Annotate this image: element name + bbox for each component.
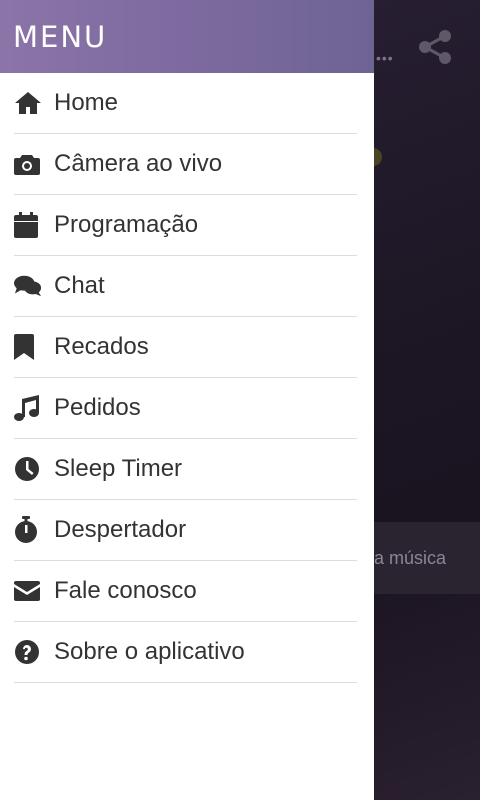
music-icon <box>14 394 42 422</box>
menu-item-about[interactable]: Sobre o aplicativo <box>14 622 357 683</box>
menu-item-label: Chat <box>54 272 105 299</box>
menu-item-label: Câmera ao vivo <box>54 150 223 177</box>
clock-icon <box>14 455 42 483</box>
menu-item-chat[interactable]: Chat <box>14 256 357 317</box>
bookmark-icon <box>14 333 42 361</box>
menu-item-contact[interactable]: Fale conosco <box>14 561 357 622</box>
menu-item-label: Sleep Timer <box>54 455 183 482</box>
menu-item-label: Home <box>54 89 119 116</box>
menu-item-label: Sobre o aplicativo <box>54 638 245 665</box>
menu-item-sleep-timer[interactable]: Sleep Timer <box>14 439 357 500</box>
chat-icon <box>14 272 42 300</box>
navigation-drawer: MENU Home Câmera ao vivo Programação Cha… <box>0 0 374 800</box>
camera-icon <box>14 150 42 178</box>
menu-item-requests[interactable]: Pedidos <box>14 378 357 439</box>
menu-item-schedule[interactable]: Programação <box>14 195 357 256</box>
menu-item-camera[interactable]: Câmera ao vivo <box>14 134 357 195</box>
background-more-dots: ••• <box>376 50 394 66</box>
envelope-icon <box>14 577 42 605</box>
menu-item-label: Pedidos <box>54 394 141 421</box>
menu-item-label: Fale conosco <box>54 577 197 604</box>
stopwatch-icon <box>14 516 42 544</box>
drawer-header: MENU <box>0 0 374 73</box>
menu-item-alarm[interactable]: Despertador <box>14 500 357 561</box>
menu-item-messages[interactable]: Recados <box>14 317 357 378</box>
background-song-text: a música <box>374 548 447 568</box>
drawer-title: MENU <box>13 19 108 54</box>
calendar-icon <box>14 211 42 239</box>
menu-list: Home Câmera ao vivo Programação Chat Rec <box>0 73 374 683</box>
menu-item-label: Programação <box>54 211 199 238</box>
question-circle-icon <box>14 638 42 666</box>
menu-item-home[interactable]: Home <box>14 73 357 134</box>
share-icon[interactable] <box>416 28 454 66</box>
home-icon <box>14 89 42 117</box>
menu-item-label: Recados <box>54 333 149 360</box>
menu-item-label: Despertador <box>54 516 187 543</box>
